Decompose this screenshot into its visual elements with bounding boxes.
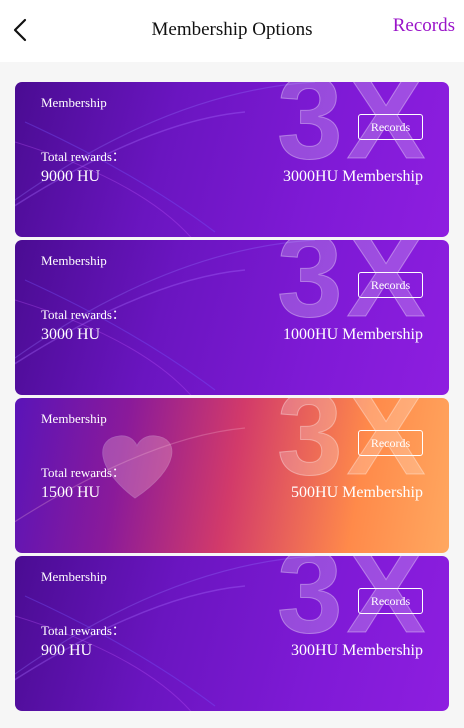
total-rewards-value: 3000 HU <box>41 326 101 343</box>
membership-tier: 1000HU Membership <box>283 326 423 343</box>
membership-label: Membership <box>41 569 107 584</box>
records-link[interactable]: Records <box>393 15 455 37</box>
membership-card[interactable]: 3X Membership Records Total rewards： 900… <box>15 556 449 711</box>
membership-label: Membership <box>41 253 107 268</box>
total-rewards-label: Total rewards： <box>41 465 125 480</box>
membership-card[interactable]: 3X Membership Records Total rewards： 900… <box>15 82 449 237</box>
membership-tier: 300HU Membership <box>291 642 423 659</box>
records-button[interactable]: Records <box>358 114 423 140</box>
total-rewards-value: 9000 HU <box>41 168 101 185</box>
membership-tier: 3000HU Membership <box>283 168 423 185</box>
total-rewards-value: 900 HU <box>41 642 93 659</box>
records-button[interactable]: Records <box>358 588 423 614</box>
membership-tier: 500HU Membership <box>291 484 423 501</box>
membership-label: Membership <box>41 95 107 110</box>
membership-card[interactable]: 3X Membership Records Total rewards： 150… <box>15 398 449 553</box>
records-button[interactable]: Records <box>358 430 423 456</box>
total-rewards-label: Total rewards： <box>41 149 125 164</box>
membership-card[interactable]: 3X Membership Records Total rewards： 300… <box>15 240 449 395</box>
total-rewards-label: Total rewards： <box>41 307 125 322</box>
header-bar: Membership Options Records <box>0 0 464 62</box>
records-button[interactable]: Records <box>358 272 423 298</box>
total-rewards-label: Total rewards： <box>41 623 125 638</box>
total-rewards-value: 1500 HU <box>41 484 101 501</box>
membership-label: Membership <box>41 411 107 426</box>
